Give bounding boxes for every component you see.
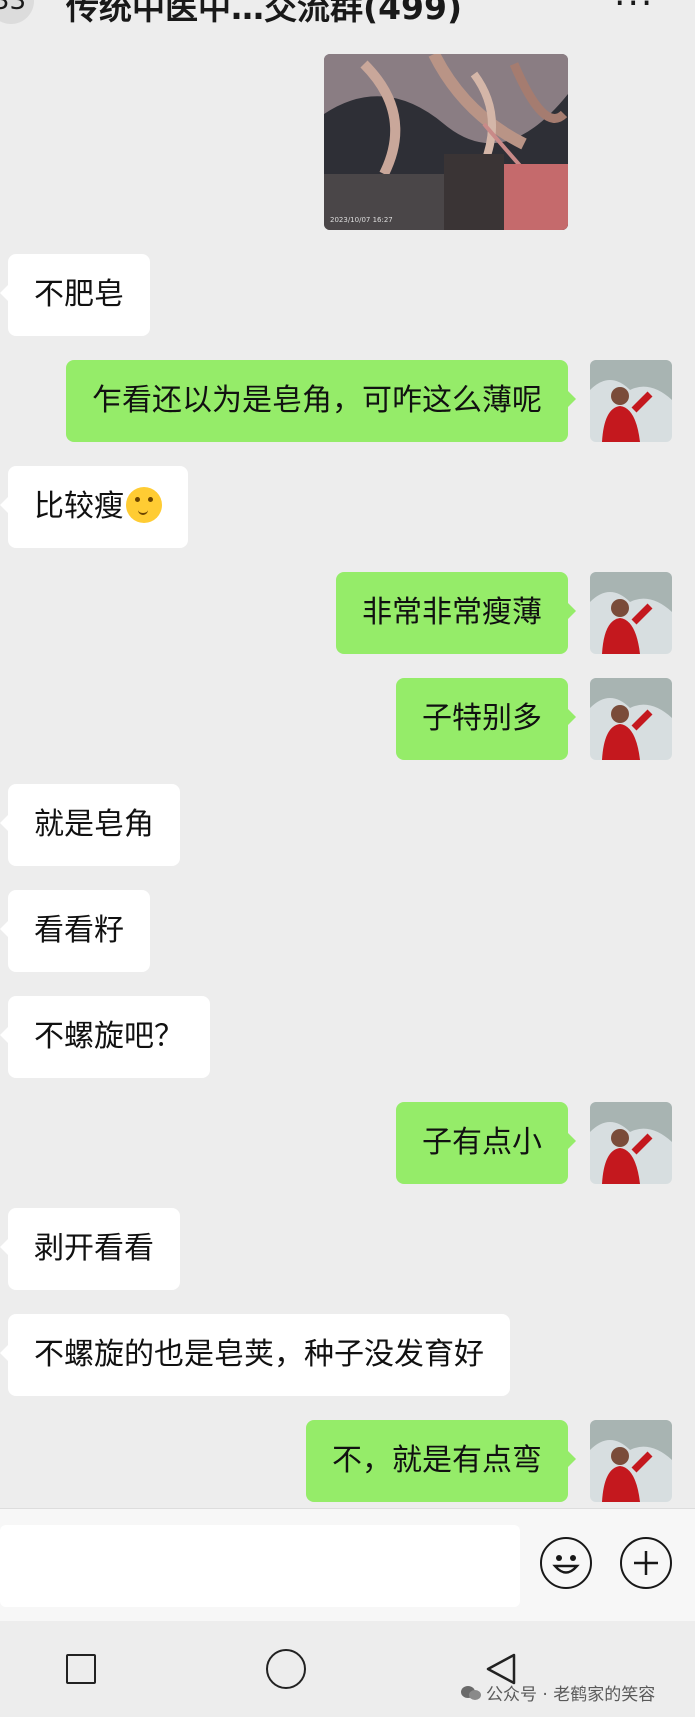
more-options-button[interactable]: ···	[614, 0, 654, 24]
message-bubble-incoming[interactable]: 比较瘦	[0, 466, 188, 548]
chat-title: 传统中医中…交流群(499)	[66, 0, 463, 27]
message-text: 不螺旋的也是皂荚，种子没发育好	[34, 1337, 484, 1372]
back-button-unread-count[interactable]: 33	[0, 0, 34, 24]
message-bubble-incoming[interactable]: 不螺旋吧？	[0, 996, 210, 1078]
message-bubble-outgoing[interactable]: 乍看还以为是皂角，可咋这么薄呢	[66, 360, 576, 442]
message-text: 不，就是有点弯	[332, 1443, 542, 1478]
message-row: 子特别多	[0, 678, 695, 760]
message-bubble-outgoing[interactable]: 不，就是有点弯	[306, 1420, 576, 1502]
watermark-text: 公众号 · 老鹤家的笑容	[486, 1685, 656, 1705]
message-bubble-outgoing[interactable]: 非常非常瘦薄	[336, 572, 576, 654]
message-bubble-incoming[interactable]: 不肥皂	[0, 254, 150, 336]
photo-message[interactable]: 2023/10/07 16:27	[324, 54, 568, 230]
plus-circle-icon[interactable]	[620, 1537, 672, 1589]
message-row: 子有点小	[0, 1102, 695, 1184]
message-text: 比较瘦	[34, 489, 124, 524]
message-row: 不，就是有点弯	[0, 1420, 695, 1502]
message-text: 乍看还以为是皂角，可咋这么薄呢	[92, 383, 542, 418]
message-bubble-incoming[interactable]: 剥开看看	[0, 1208, 180, 1290]
message-row: 非常非常瘦薄	[0, 572, 695, 654]
avatar[interactable]	[590, 572, 672, 654]
message-text: 子特别多	[422, 701, 542, 736]
message-bubble-incoming[interactable]: 看看籽	[0, 890, 150, 972]
message-bubble-incoming[interactable]: 不螺旋的也是皂荚，种子没发育好	[0, 1314, 510, 1396]
message-input[interactable]	[0, 1525, 520, 1607]
message-bubble-incoming[interactable]: 就是皂角	[0, 784, 180, 866]
seed-pod-photo: 2023/10/07 16:27	[324, 54, 568, 230]
message-text: 剥开看看	[34, 1231, 154, 1266]
smiley-icon[interactable]	[540, 1537, 592, 1589]
message-text: 看看籽	[34, 913, 124, 948]
photo-timestamp: 2023/10/07 16:27	[330, 216, 393, 224]
thinking-face-emoji-icon	[126, 486, 162, 523]
message-text: 不螺旋吧？	[34, 1019, 184, 1054]
avatar[interactable]	[590, 1102, 672, 1184]
chat-header: 33 传统中医中…交流群(499) ···	[0, 0, 695, 34]
home-circle-icon[interactable]	[266, 1649, 306, 1689]
message-text: 就是皂角	[34, 807, 154, 842]
avatar[interactable]	[590, 360, 672, 442]
message-bubble-outgoing[interactable]: 子有点小	[396, 1102, 576, 1184]
avatar[interactable]	[590, 678, 672, 760]
chat-input-bar	[0, 1508, 695, 1621]
recent-apps-square-icon[interactable]	[66, 1654, 96, 1684]
avatar[interactable]	[590, 1420, 672, 1502]
message-text: 子有点小	[422, 1125, 542, 1160]
message-bubble-outgoing[interactable]: 子特别多	[396, 678, 576, 760]
watermark: 公众号 · 老鹤家的笑容	[460, 1680, 655, 1705]
message-text: 非常非常瘦薄	[362, 595, 542, 630]
message-row: 乍看还以为是皂角，可咋这么薄呢	[0, 360, 695, 442]
message-text: 不肥皂	[34, 277, 124, 312]
wechat-logo-icon	[461, 1686, 481, 1700]
